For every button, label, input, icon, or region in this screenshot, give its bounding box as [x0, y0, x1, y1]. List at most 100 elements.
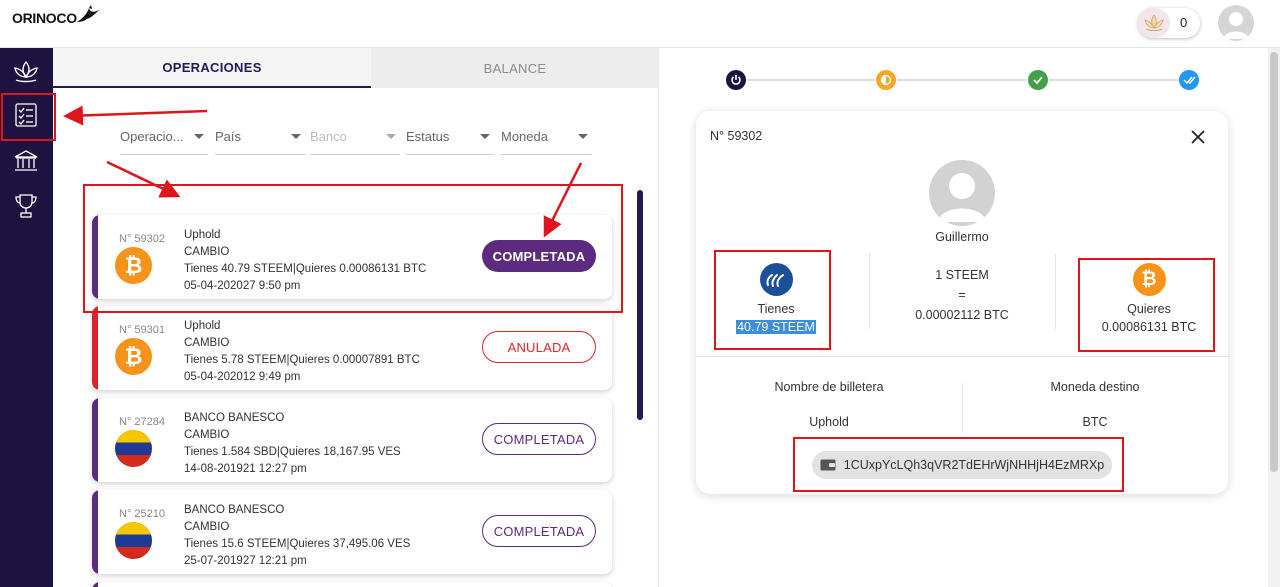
user-avatar[interactable] [1218, 5, 1254, 41]
operation-type: CAMBIO [184, 429, 230, 441]
chevron-down-icon [194, 134, 204, 139]
rate-equals: = [958, 288, 966, 302]
operation-info: Uphold CAMBIO Tienes 40.79 STEEM|Quieres… [184, 227, 426, 295]
operation-number: N° 27284 [119, 416, 165, 428]
status-button-completada[interactable]: COMPLETADA [482, 515, 596, 547]
sidebar-item-operations[interactable] [11, 100, 41, 130]
filter-moneda[interactable]: Moneda [501, 123, 592, 155]
operation-info: BANCO BANESCO CAMBIO Tienes 1.584 SBD|Qu… [184, 410, 401, 478]
bitcoin-icon: ₿ [115, 247, 152, 284]
chevron-down-icon [578, 134, 588, 139]
currency-label: Moneda destino [1050, 380, 1140, 394]
steem-icon [759, 263, 793, 296]
status-button-anulada[interactable]: ANULADA [482, 331, 596, 363]
rate-bottom: 0.00002112 BTC [915, 308, 1009, 322]
sidebar-item-home[interactable] [11, 56, 41, 86]
sidebar-item-rewards[interactable] [11, 191, 41, 221]
wallet-column: Nombre de billetera Uphold [736, 380, 922, 429]
filter-bar: Operacio... País Banco Estatus Moneda [120, 123, 600, 157]
filter-pais[interactable]: País [215, 123, 305, 155]
stepper-line [1049, 79, 1179, 81]
status-button-completada[interactable]: COMPLETADA [482, 240, 596, 272]
operation-info: Uphold CAMBIO Tienes 5.78 STEEM|Quieres … [184, 318, 420, 386]
stepper-line [747, 79, 875, 81]
operation-type: CAMBIO [184, 337, 230, 349]
bitcoin-icon: ₿ [1132, 263, 1166, 296]
filter-operacion-label: Operacio... [120, 129, 184, 144]
operation-detail: Tienes 40.79 STEEM|Quieres 0.00086131 BT… [184, 263, 427, 275]
have-column: Tienes 40.79 STEEM [718, 263, 834, 334]
operation-type: CAMBIO [184, 246, 230, 258]
filter-banco[interactable]: Banco [310, 123, 400, 155]
tab-balance[interactable]: BALANCE [371, 48, 659, 88]
operation-card[interactable] [92, 582, 612, 587]
page-scrollbar[interactable] [1268, 48, 1280, 587]
filter-pais-label: País [215, 129, 242, 144]
card-accent [92, 306, 98, 390]
detail-operation-number: N° 59302 [710, 129, 763, 143]
card-accent [92, 582, 98, 587]
wallet-address: 1CUxpYcLQh3qVR2TdEHrWjNHHjH4EzMRXp [843, 458, 1105, 472]
operation-detail: Tienes 1.584 SBD|Quieres 18,167.95 VES [184, 446, 401, 458]
filter-banco-label: Banco [310, 129, 347, 144]
operation-card[interactable]: N° 59302 ₿ Uphold CAMBIO Tienes 40.79 ST… [92, 215, 612, 299]
operation-date: 25-07-201927 12:21 pm [184, 555, 307, 567]
user-name: Guillermo [935, 230, 989, 244]
bird-icon [76, 5, 99, 22]
rate-column: 1 STEEM = 0.00002112 BTC [886, 265, 1038, 325]
tab-operaciones[interactable]: OPERACIONES [53, 48, 371, 88]
operation-date: 05-04-202027 9:50 pm [184, 280, 301, 292]
operation-type: CAMBIO [184, 521, 230, 533]
double-check-icon [1182, 76, 1196, 85]
filter-estatus-label: Estatus [406, 129, 450, 144]
filter-operacion[interactable]: Operacio... [120, 123, 208, 155]
wallet-value: Uphold [809, 415, 849, 429]
operation-name: BANCO BANESCO [184, 504, 285, 516]
divider [1055, 253, 1056, 329]
chevron-down-icon [291, 134, 301, 139]
currency-value: BTC [1082, 415, 1108, 429]
scrollbar-thumb[interactable] [637, 190, 643, 420]
operation-name: Uphold [184, 320, 221, 332]
power-icon [731, 75, 741, 85]
card-accent [92, 490, 98, 574]
filter-estatus[interactable]: Estatus [406, 123, 494, 155]
chevron-down-icon [480, 134, 490, 139]
trophy-icon [15, 194, 37, 218]
scrollbar-thumb[interactable] [1270, 52, 1278, 472]
operations-panel: OPERACIONES BALANCE Operacio... País Ban… [53, 48, 659, 587]
want-label: Quieres [1127, 302, 1171, 316]
step-in-progress [876, 70, 896, 90]
operation-date: 14-08-201921 12:27 pm [184, 463, 307, 475]
bank-icon [14, 150, 38, 171]
operations-scrollbar[interactable] [637, 190, 643, 585]
notification-count: 0 [1180, 15, 1188, 30]
operation-number: N° 59302 [119, 233, 165, 245]
wallet-icon [820, 459, 836, 471]
operation-name: Uphold [184, 229, 221, 241]
orinoco-logo[interactable]: ORINOCO [12, 5, 101, 26]
operation-card[interactable]: N° 25210 BANCO BANESCO CAMBIO Tienes 15.… [92, 490, 612, 574]
top-bar: ORINOCO 0 [0, 0, 1280, 48]
operation-number: N° 25210 [119, 508, 165, 520]
wallet-address-chip[interactable]: 1CUxpYcLQh3qVR2TdEHrWjNHHjH4EzMRXp [812, 451, 1112, 479]
lotus-points-badge[interactable]: 0 [1138, 8, 1200, 38]
status-button-completada[interactable]: COMPLETADA [482, 423, 596, 455]
operation-detail: Tienes 15.6 STEEM|Quieres 37,495.06 VES [184, 538, 411, 550]
operation-card[interactable]: N° 59301 ₿ Uphold CAMBIO Tienes 5.78 STE… [92, 306, 612, 390]
currency-column: Moneda destino BTC [1002, 380, 1188, 429]
close-icon[interactable] [1190, 129, 1206, 145]
lotus-icon [1138, 8, 1170, 38]
operation-card[interactable]: N° 27284 BANCO BANESCO CAMBIO Tienes 1.5… [92, 398, 612, 482]
rate-top: 1 STEEM [935, 268, 989, 282]
divider [696, 356, 1228, 357]
logo-text: ORINOCO [12, 10, 77, 26]
sidebar-item-banks[interactable] [11, 146, 41, 176]
operation-date: 05-04-202012 9:49 pm [184, 371, 301, 383]
want-column: ₿ Quieres 0.00086131 BTC [1086, 263, 1212, 334]
operation-detail: Tienes 5.78 STEEM|Quieres 0.00007891 BTC [184, 354, 420, 366]
stepper-line [897, 79, 1027, 81]
operation-number: N° 59301 [119, 324, 165, 336]
divider [869, 253, 870, 329]
sidebar [0, 48, 53, 587]
